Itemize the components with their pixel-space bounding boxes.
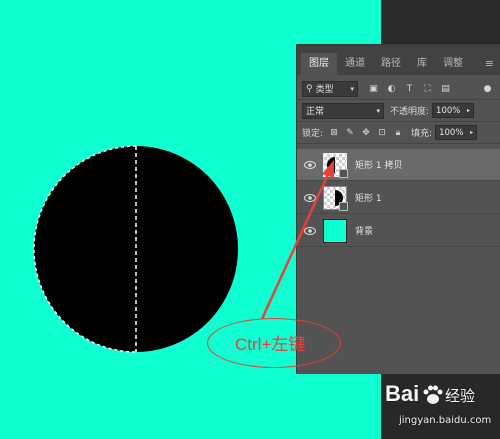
watermark-logo-text: Bai	[385, 381, 420, 406]
fill-value: 100%	[439, 127, 464, 138]
tab-paths[interactable]: 路径	[373, 53, 409, 75]
eye-icon[interactable]	[303, 158, 317, 172]
layer-thumbnail[interactable]	[323, 152, 348, 178]
layer-row-shape-1[interactable]: 矩形 1	[297, 182, 500, 214]
baidu-paw-icon	[423, 385, 443, 404]
opacity-label: 不透明度:	[390, 107, 430, 117]
smart-object-filter-icon[interactable]: ▤	[438, 81, 453, 96]
lock-position-icon[interactable]: ✥	[359, 126, 373, 140]
layer-thumbnail[interactable]	[323, 185, 348, 211]
lock-row: 锁定: ⊠ ✎ ✥ ⊡ 🔒︎ 填充: 100% ▸	[297, 122, 500, 144]
workspace-background	[381, 0, 500, 42]
opacity-value: 100%	[436, 105, 461, 116]
lock-pixels-icon[interactable]: ✎	[343, 126, 357, 140]
watermark-jingyan-text: 经验	[445, 387, 476, 405]
filter-kind-label: 类型	[315, 85, 334, 95]
shape-filter-icon[interactable]: ⛶	[420, 81, 435, 96]
tab-layers[interactable]: 图层	[301, 53, 337, 75]
eye-icon[interactable]	[303, 224, 317, 238]
fill-label: 填充:	[411, 129, 433, 139]
tab-adjustments[interactable]: 调整	[435, 53, 471, 75]
chevron-right-icon: ▸	[470, 129, 474, 136]
layer-row-background[interactable]: 背景	[297, 215, 500, 247]
lock-transparent-icon[interactable]: ⊠	[327, 126, 341, 140]
tab-channels[interactable]: 通道	[337, 53, 373, 75]
tab-libraries[interactable]: 库	[409, 53, 435, 75]
layer-name[interactable]: 矩形 1 拷贝	[355, 158, 402, 171]
panel-tabbar: 图层 通道 路径 库 调整 ≡	[297, 45, 500, 75]
watermark-url: jingyan.baidu.com	[399, 415, 492, 426]
chevron-down-icon: ▾	[376, 106, 380, 115]
chevron-down-icon: ▾	[350, 84, 354, 93]
fill-field[interactable]: 100% ▸	[435, 125, 478, 140]
lock-all-icon[interactable]: 🔒︎	[391, 126, 405, 140]
filter-row: ⚲ 类型 ▾ ▣ ◐ T ⛶ ▤ ●	[297, 78, 500, 100]
filter-kind-select[interactable]: ⚲ 类型 ▾	[302, 80, 358, 97]
filter-toggle-icon[interactable]: ●	[480, 81, 495, 96]
opacity-field[interactable]: 100% ▸	[432, 103, 475, 118]
search-icon: ⚲	[306, 83, 313, 94]
layer-name[interactable]: 矩形 1	[355, 191, 382, 204]
adjustment-filter-icon[interactable]: ◐	[384, 81, 399, 96]
lock-artboard-icon[interactable]: ⊡	[375, 126, 389, 140]
blend-row: 正常 ▾ 不透明度: 100% ▸	[297, 100, 500, 122]
baidu-jingyan-watermark: Bai 经验 jingyan.baidu.com	[385, 381, 497, 437]
layer-name[interactable]: 背景	[355, 224, 373, 237]
panel-menu-icon[interactable]: ≡	[479, 53, 500, 75]
layer-thumbnail[interactable]	[323, 218, 347, 243]
annotation-label: Ctrl+左键	[235, 335, 306, 354]
type-filter-icon[interactable]: T	[402, 81, 417, 96]
blend-mode-value: 正常	[306, 107, 325, 117]
shape-layer-badge-icon	[339, 201, 348, 211]
layer-row-shape-1-copy[interactable]: 矩形 1 拷贝	[297, 149, 500, 181]
circle-right-half	[136, 146, 238, 352]
blend-mode-select[interactable]: 正常 ▾	[302, 102, 384, 119]
shape-layer-badge-icon	[339, 168, 348, 178]
circle-left-half	[34, 146, 136, 352]
chevron-right-icon: ▸	[467, 107, 471, 114]
eye-icon[interactable]	[303, 191, 317, 205]
lock-label: 锁定:	[302, 129, 324, 139]
image-filter-icon[interactable]: ▣	[366, 81, 381, 96]
layers-panel: 图层 通道 路径 库 调整 ≡ ⚲ 类型 ▾ ▣ ◐ T ⛶ ▤ ● 正常 ▾ …	[296, 44, 500, 374]
